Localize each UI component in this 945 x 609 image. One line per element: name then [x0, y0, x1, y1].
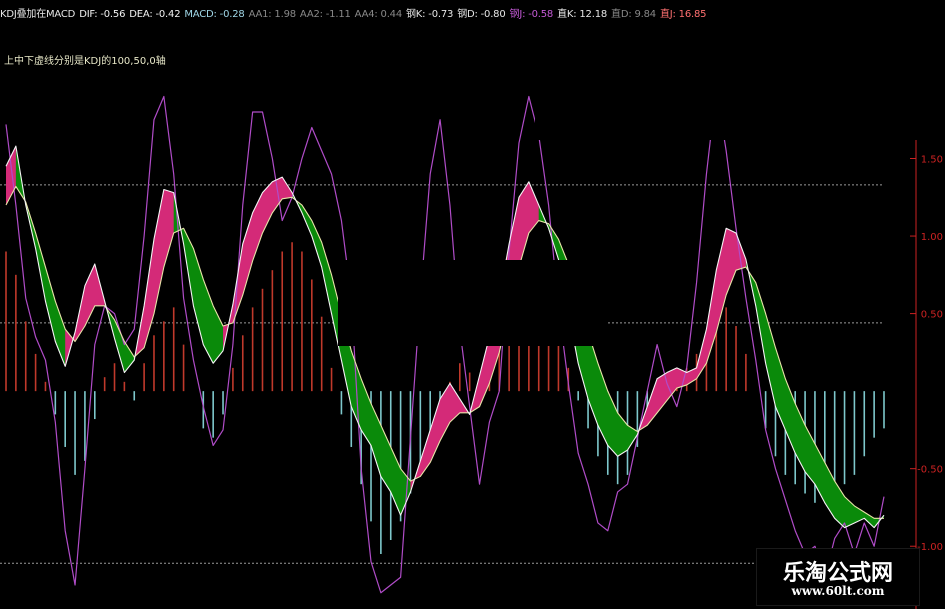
- axis-tick-label: 1.00: [921, 232, 943, 243]
- legend-item: 钢D: -0.80: [457, 9, 506, 20]
- axis-tick-label: 0.50: [921, 310, 943, 321]
- legend-item: DEA: -0.42: [129, 9, 181, 20]
- legend-item: 直D: 9.84: [611, 9, 656, 20]
- legend-item: 直J: 16.85: [659, 9, 707, 20]
- legend-item: KDJ叠加在MACD: [0, 9, 76, 20]
- legend-item: AA2: -1.11: [299, 9, 351, 20]
- legend-item: 直K: 12.18: [557, 9, 608, 20]
- watermark-box: 乐淘公式网 www.60lt.com: [756, 548, 920, 606]
- legend-item: AA4: 0.44: [354, 9, 403, 20]
- legend-item: 钢K: -0.73: [406, 9, 454, 20]
- axis-tick-label: -0.50: [917, 465, 943, 476]
- indicator-legend: KDJ叠加在MACD DIF: -0.56 DEA: -0.42 MACD: -0.2…: [0, 6, 710, 24]
- watermark-title: 乐淘公式网: [782, 561, 893, 586]
- axis-note: 上中下虚线分别是KDJ的100,50,0轴: [4, 56, 166, 67]
- legend-item: MACD: -0.28: [184, 9, 245, 20]
- legend-item: AA1: 1.98: [248, 9, 297, 20]
- watermark-url: www.60lt.com: [791, 584, 885, 598]
- legend-item: DIF: -0.56: [79, 9, 126, 20]
- axis-tick-label: 1.50: [921, 155, 943, 166]
- legend-item: 钢J: -0.58: [509, 9, 554, 20]
- axis-tick-label: -1.00: [917, 542, 943, 553]
- center-overlay-box: [338, 260, 608, 346]
